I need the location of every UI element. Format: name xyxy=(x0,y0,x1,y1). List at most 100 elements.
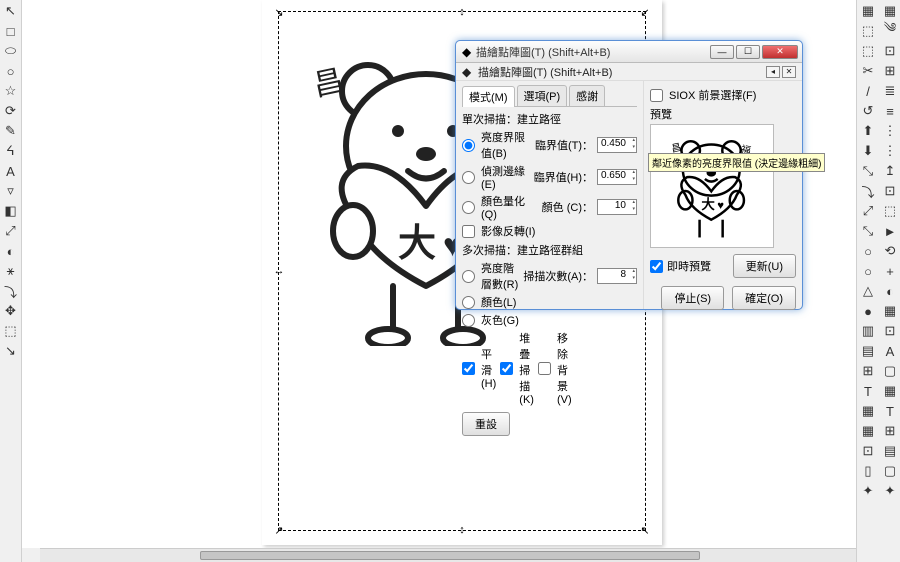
dock-button[interactable]: ◂ xyxy=(766,66,780,78)
rtool-a-5[interactable]: ↺ xyxy=(859,102,877,120)
rtool-b-12[interactable]: ⟲ xyxy=(881,242,899,260)
tool-3dbox[interactable]: ⬭ xyxy=(2,42,20,60)
tool-rect[interactable]: □ xyxy=(2,22,20,40)
rtool-b-1[interactable]: ༄ xyxy=(881,22,899,40)
ok-button[interactable]: 確定(O) xyxy=(732,286,796,310)
rtool-b-24[interactable]: ✦ xyxy=(881,482,899,500)
rtool-b-13[interactable]: + xyxy=(881,262,899,280)
rtool-a-13[interactable]: ○ xyxy=(859,262,877,280)
update-button[interactable]: 更新(U) xyxy=(733,254,796,278)
rtool-a-9[interactable]: ⤵ xyxy=(859,182,877,200)
rtool-b-23[interactable]: ▢ xyxy=(881,462,899,480)
rtool-b-19[interactable]: ▦ xyxy=(881,382,899,400)
checkbox-removebg[interactable] xyxy=(538,362,551,375)
rtool-b-8[interactable]: ↥ xyxy=(881,162,899,180)
rtool-b-5[interactable]: ≡ xyxy=(881,102,899,120)
tool-connector[interactable]: ⤵ xyxy=(2,282,20,300)
rtool-b-14[interactable]: ◐ xyxy=(881,282,899,300)
input-threshold[interactable]: 0.450 xyxy=(597,137,637,153)
tool-dropper[interactable]: ↘ xyxy=(2,342,20,360)
rtool-a-11[interactable]: ⤡ xyxy=(859,222,877,240)
rtool-a-22[interactable]: ⊡ xyxy=(859,442,877,460)
checkbox-invert[interactable] xyxy=(462,225,475,238)
tool-select[interactable]: ↖ xyxy=(2,2,20,20)
rtool-b-21[interactable]: ⊞ xyxy=(881,422,899,440)
rtool-b-3[interactable]: ⊞ xyxy=(881,62,899,80)
rtool-b-22[interactable]: ▤ xyxy=(881,442,899,460)
stop-button[interactable]: 停止(S) xyxy=(661,286,724,310)
scrollbar-thumb[interactable] xyxy=(200,551,700,560)
rtool-a-3[interactable]: ✂ xyxy=(859,62,877,80)
checkbox-stack[interactable] xyxy=(500,362,513,375)
rtool-a-20[interactable]: ▦ xyxy=(859,402,877,420)
radio-gray[interactable] xyxy=(462,314,475,327)
checkbox-siox[interactable] xyxy=(650,89,663,102)
rtool-a-10[interactable]: ⤢ xyxy=(859,202,877,220)
rtool-b-11[interactable]: ► xyxy=(881,222,899,240)
rtool-a-0[interactable]: ▦ xyxy=(859,2,877,20)
rtool-a-15[interactable]: ● xyxy=(859,302,877,320)
tool-gradient[interactable]: ◧ xyxy=(2,202,20,220)
tool-bucket[interactable]: ▿ xyxy=(2,182,20,200)
rtool-b-4[interactable]: ≣ xyxy=(881,82,899,100)
handle-bottom[interactable]: ↕ xyxy=(456,524,468,536)
rtool-b-17[interactable]: A xyxy=(881,342,899,360)
rtool-a-1[interactable]: ⬚ xyxy=(859,22,877,40)
handle-bottom-right[interactable]: ↖ xyxy=(639,524,651,536)
rtool-a-2[interactable]: ⬚ xyxy=(859,42,877,60)
reset-button[interactable]: 重設 xyxy=(462,412,510,436)
tool-spray[interactable]: ⚹ xyxy=(2,262,20,280)
handle-top[interactable]: ↕ xyxy=(456,6,468,18)
rtool-b-16[interactable]: ⊡ xyxy=(881,322,899,340)
input-colors[interactable]: 10 xyxy=(597,199,637,215)
rtool-a-4[interactable]: / xyxy=(859,82,877,100)
rtool-b-18[interactable]: ▢ xyxy=(881,362,899,380)
sub-close-button[interactable]: ✕ xyxy=(782,66,796,78)
rtool-a-19[interactable]: T xyxy=(859,382,877,400)
maximize-button[interactable]: ☐ xyxy=(736,45,760,59)
rtool-b-6[interactable]: ⋮ xyxy=(881,122,899,140)
tool-spiral[interactable]: ⟳ xyxy=(2,102,20,120)
rtool-a-18[interactable]: ⊞ xyxy=(859,362,877,380)
handle-top-right[interactable]: ↙ xyxy=(639,6,651,18)
rtool-a-6[interactable]: ⬆ xyxy=(859,122,877,140)
rtool-a-8[interactable]: ⤡ xyxy=(859,162,877,180)
horizontal-scrollbar[interactable] xyxy=(40,548,856,562)
input-edge-threshold[interactable]: 0.650 xyxy=(597,169,637,185)
rtool-b-9[interactable]: ⊡ xyxy=(881,182,899,200)
radio-brightness[interactable] xyxy=(462,139,475,152)
tool-measure[interactable]: ✥ xyxy=(2,302,20,320)
rtool-a-16[interactable]: ▥ xyxy=(859,322,877,340)
rtool-b-10[interactable]: ⬚ xyxy=(881,202,899,220)
rtool-a-23[interactable]: ▯ xyxy=(859,462,877,480)
tool-tweak[interactable]: ◐ xyxy=(2,242,20,260)
input-scans[interactable]: 8 xyxy=(597,268,637,284)
rtool-b-7[interactable]: ⋮ xyxy=(881,142,899,160)
rtool-b-15[interactable]: ▦ xyxy=(881,302,899,320)
radio-colors2[interactable] xyxy=(462,296,475,309)
rtool-a-7[interactable]: ⬇ xyxy=(859,142,877,160)
checkbox-smooth[interactable] xyxy=(462,362,475,375)
tool-node[interactable]: ⤢ xyxy=(2,222,20,240)
rtool-a-21[interactable]: ▦ xyxy=(859,422,877,440)
tool-star[interactable]: ☆ xyxy=(2,82,20,100)
tab-options[interactable]: 選項(P) xyxy=(517,85,568,106)
tool-ellipse[interactable]: ○ xyxy=(2,62,20,80)
tool-pencil[interactable]: ✎ xyxy=(2,122,20,140)
rtool-b-2[interactable]: ⊡ xyxy=(881,42,899,60)
handle-bottom-left[interactable]: ↗ xyxy=(273,524,285,536)
tool-text[interactable]: A xyxy=(2,162,20,180)
radio-edge[interactable] xyxy=(462,171,475,184)
checkbox-realtime[interactable] xyxy=(650,260,663,273)
close-button[interactable]: ✕ xyxy=(762,45,798,59)
minimize-button[interactable]: — xyxy=(710,45,734,59)
radio-quantize[interactable] xyxy=(462,201,475,214)
tab-credits[interactable]: 感謝 xyxy=(569,85,605,106)
handle-top-left[interactable]: ↘ xyxy=(273,6,285,18)
rtool-b-20[interactable]: T xyxy=(881,402,899,420)
rtool-a-17[interactable]: ▤ xyxy=(859,342,877,360)
tool-zoom[interactable]: ⬚ xyxy=(2,322,20,340)
dialog-titlebar[interactable]: ◆ 描繪點陣圖(T) (Shift+Alt+B) — ☐ ✕ xyxy=(456,41,802,63)
rtool-a-14[interactable]: △ xyxy=(859,282,877,300)
handle-left[interactable]: ↔ xyxy=(273,265,285,277)
